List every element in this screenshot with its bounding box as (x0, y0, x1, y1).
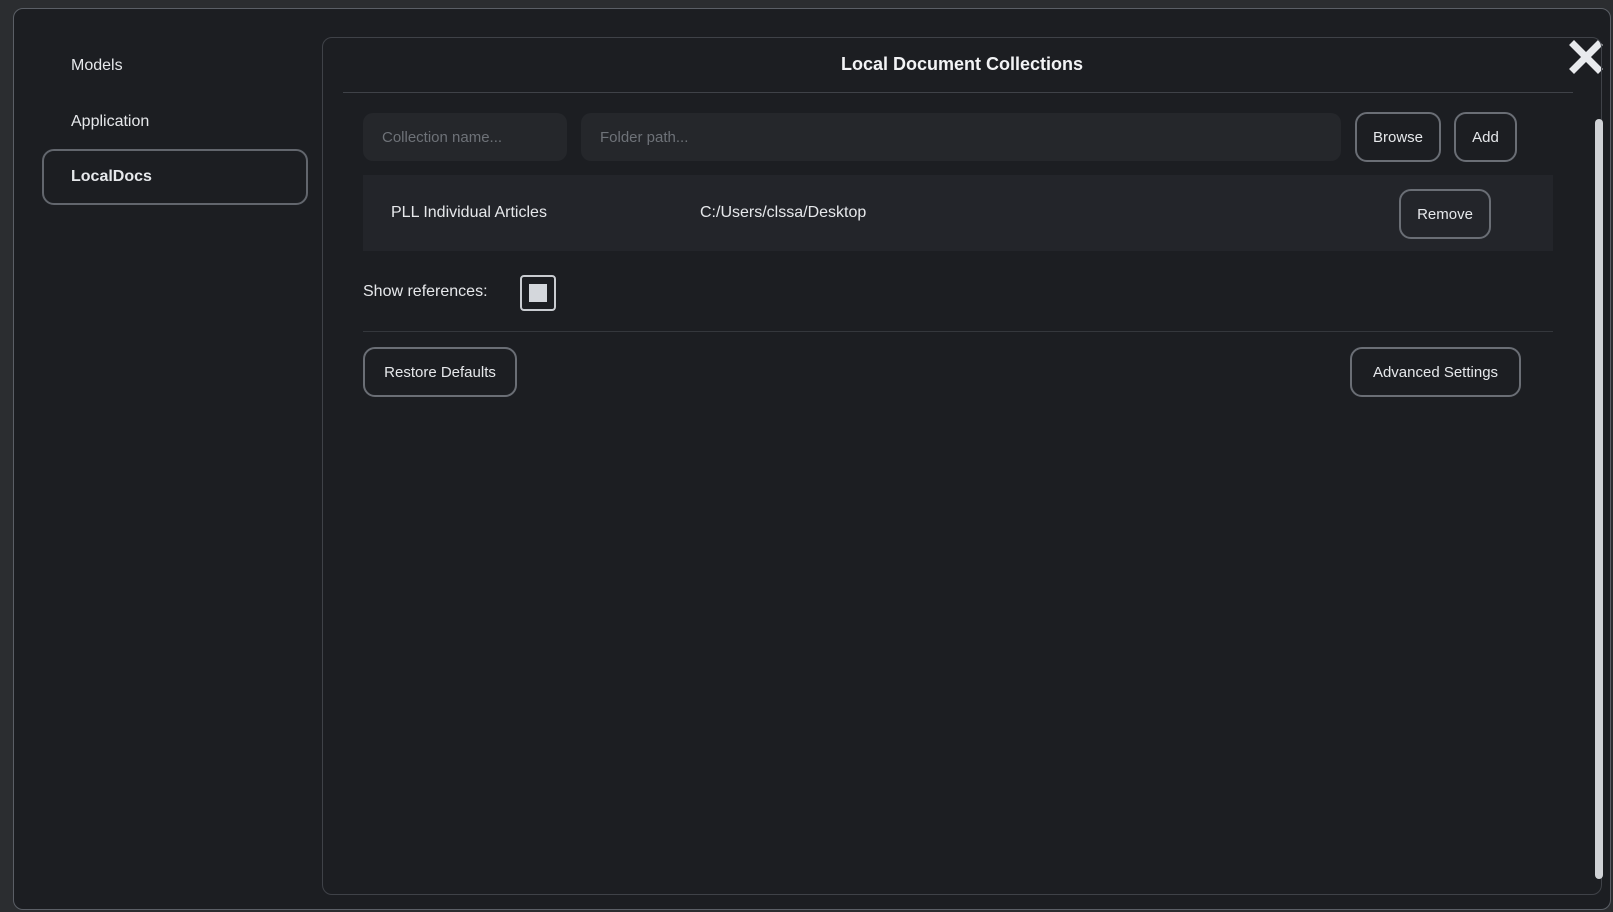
folder-path-input[interactable] (581, 113, 1341, 161)
settings-dialog: Models Application LocalDocs Local Docum… (13, 8, 1611, 910)
section-divider (363, 331, 1553, 332)
restore-defaults-button[interactable]: Restore Defaults (363, 347, 517, 397)
collection-row: PLL Individual Articles C:/Users/clssa/D… (363, 175, 1553, 251)
show-references-checkbox[interactable] (520, 275, 556, 311)
browse-button[interactable]: Browse (1355, 112, 1441, 162)
checkbox-check-mark (529, 284, 547, 302)
sidebar-item-application[interactable]: Application (42, 94, 308, 150)
localdocs-panel: Local Document Collections Browse Add PL… (322, 37, 1602, 895)
sidebar-item-label: Models (71, 57, 123, 74)
page-title: Local Document Collections (840, 54, 1084, 74)
collection-path: C:/Users/clssa/Desktop (700, 204, 867, 221)
collection-name: PLL Individual Articles (391, 204, 547, 221)
title-divider (343, 92, 1573, 93)
sidebar-item-label: Application (71, 113, 150, 130)
collection-name-input[interactable] (363, 113, 567, 161)
advanced-settings-button[interactable]: Advanced Settings (1350, 347, 1521, 397)
sidebar-item-models[interactable]: Models (42, 38, 308, 94)
remove-button[interactable]: Remove (1399, 189, 1491, 239)
add-button[interactable]: Add (1454, 112, 1517, 162)
sidebar-item-label: LocalDocs (71, 168, 152, 185)
show-references-label: Show references: (363, 283, 488, 300)
panel-scrollbar[interactable] (1595, 119, 1603, 879)
sidebar-item-localdocs[interactable]: LocalDocs (42, 149, 308, 205)
